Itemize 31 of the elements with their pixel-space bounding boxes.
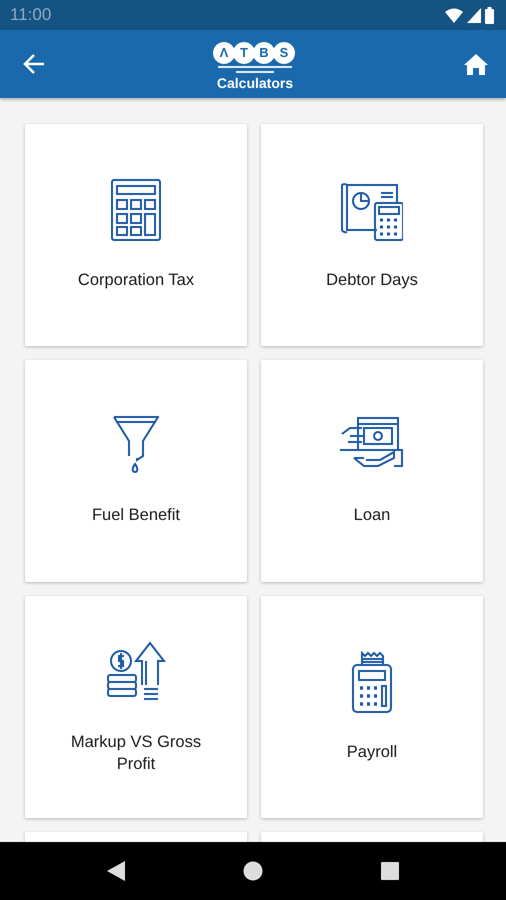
wifi-icon [445,8,463,22]
logo: Λ T B S [215,42,295,74]
screen-title: Calculators [216,74,294,90]
circle-icon [243,861,263,881]
triangle-icon [107,861,125,881]
back-button[interactable] [22,53,46,75]
coins-arrow-icon [106,639,166,703]
back-nav-button[interactable] [107,861,125,881]
card-label: Markup VS Gross Profit [70,732,202,775]
home-nav-button[interactable] [243,861,263,881]
calculator-icon [111,179,161,241]
home-icon [464,53,488,75]
card-label: Debtor Days [326,270,418,291]
card-terminal-icon [352,651,392,713]
back-arrow-icon [22,53,46,75]
calculator-card[interactable]: Loan [261,360,483,582]
status-time: 11:00 [10,5,52,25]
card-label: Loan [354,505,390,526]
card-label: Corporation Tax [78,270,194,291]
calculator-card[interactable]: Payroll [261,596,483,818]
card-label: Payroll [346,742,398,763]
home-button[interactable] [464,53,488,75]
signal-icon [467,8,481,22]
funnel-icon [113,416,159,476]
calculator-card[interactable]: Markup VS Gross Profit [25,596,247,818]
calculator-card[interactable]: Corporation Tax [25,124,247,346]
square-icon [381,862,399,880]
calculator-card[interactable]: Debtor Days [261,124,483,346]
battery-icon [485,6,494,24]
calculator-card[interactable]: Fuel Benefit [25,360,247,582]
card-label: Fuel Benefit [92,505,180,526]
